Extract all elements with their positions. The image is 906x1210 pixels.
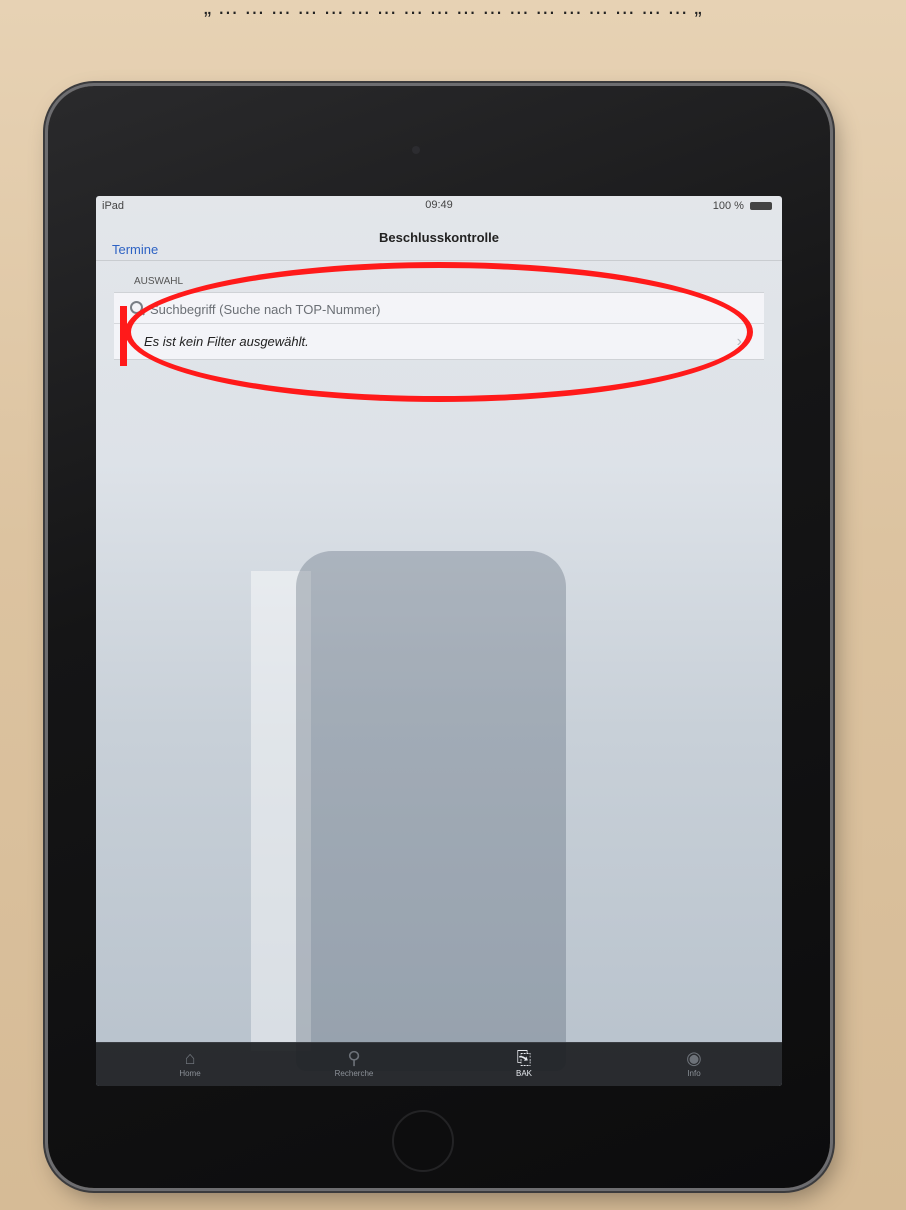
search-icon: ⚲ bbox=[347, 1048, 361, 1068]
battery-percent: 100 % bbox=[712, 200, 744, 212]
status-time: 09:49 bbox=[425, 199, 453, 211]
tab-label: BAK bbox=[515, 1069, 532, 1078]
front-camera bbox=[412, 146, 420, 154]
tab-label: Recherche bbox=[334, 1069, 374, 1078]
red-annotation-ellipse bbox=[125, 262, 753, 402]
globe-icon: ◉ bbox=[686, 1048, 702, 1068]
battery-icon bbox=[750, 202, 772, 211]
tab-label: Home bbox=[179, 1069, 201, 1078]
tab-label: Info bbox=[687, 1069, 701, 1078]
tab-info[interactable]: ◉ Info bbox=[654, 1047, 734, 1078]
red-annotation-marker bbox=[120, 306, 127, 366]
document-search-icon: ⎘ bbox=[516, 1048, 532, 1068]
status-bar: iPad 09:49 100 % bbox=[96, 196, 782, 216]
photo-caption: „ ... ... ... ... ... ... ... ... ... ..… bbox=[203, 0, 703, 19]
tab-bar: ⌂ Home ⚲ Recherche ⎘ BAK ◉ Info bbox=[96, 1042, 782, 1086]
home-icon: ⌂ bbox=[184, 1048, 196, 1068]
home-hardware-button[interactable] bbox=[392, 1110, 454, 1172]
screen-reflection bbox=[296, 551, 566, 1071]
battery-status: 100 % bbox=[713, 200, 772, 212]
section-header: AUSWAHL bbox=[134, 276, 184, 287]
tab-home[interactable]: ⌂ Home bbox=[150, 1047, 230, 1078]
tab-bak[interactable]: ⎘ BAK bbox=[484, 1047, 564, 1078]
navigation-bar: Termine Beschlusskontrolle bbox=[96, 216, 782, 261]
page-title: Beschlusskontrolle bbox=[379, 230, 499, 245]
tab-recherche[interactable]: ⚲ Recherche bbox=[314, 1047, 394, 1078]
